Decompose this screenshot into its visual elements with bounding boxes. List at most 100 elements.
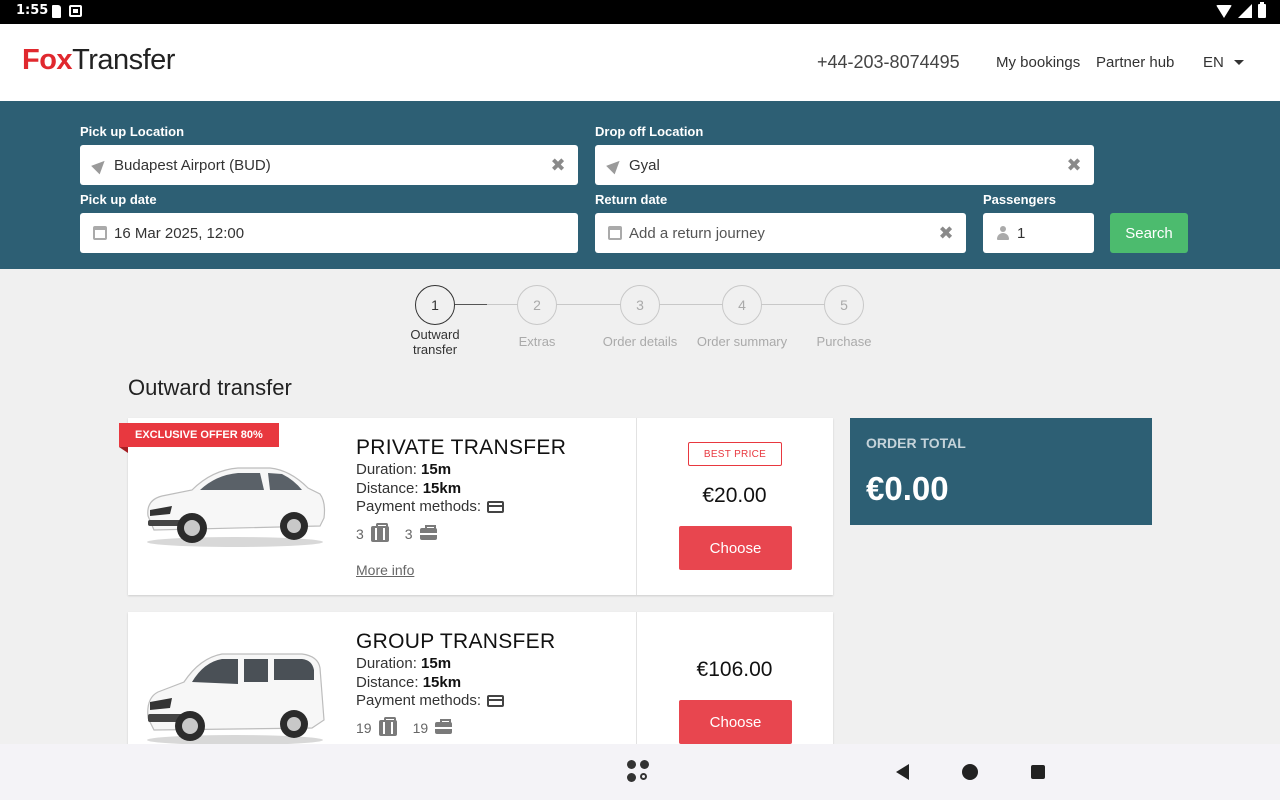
step-number: 5 [824,285,864,325]
user-icon [995,226,1011,240]
clear-return-icon[interactable]: ✖ [926,223,966,244]
luggage-count: 19 [356,720,372,736]
step-number: 4 [722,285,762,325]
briefcase-icon [435,719,453,734]
system-navigation-bar [0,744,1280,800]
app-search-icon[interactable] [627,760,655,788]
step-label: Purchase [816,334,872,349]
home-icon[interactable] [962,764,978,780]
sd-card-icon [52,5,61,18]
hand-luggage-count: 3 [404,526,413,542]
calendar-icon [92,226,108,240]
screenshot-icon [69,5,82,17]
calendar-icon [607,226,623,240]
briefcase-icon [419,525,437,540]
dropoff-location-value: Gyal [629,156,660,174]
phone-number[interactable]: +44-203-8074495 [817,52,960,73]
logo-transfer-text: Transfer [72,44,175,76]
more-info-link[interactable]: More info [356,562,414,578]
step-number: 1 [415,285,455,325]
location-arrow-icon [91,156,109,174]
payment-methods-label: Payment methods: [356,498,482,515]
signal-icon [1238,4,1252,18]
transfer-card-private: EXCLUSIVE OFFER 80% PRIVATE TRANSFER Dur… [119,418,833,595]
luggage-capacity: 3 3 [356,523,437,542]
order-total-value: €0.00 [866,470,949,507]
step-purchase[interactable]: 5 Purchase [799,285,889,349]
booking-stepper: 1 Outward transfer 2 Extras 3 Order deta… [0,285,1280,365]
passengers-value: 1 [1017,224,1026,242]
pickup-date-label: Pick up date [80,192,157,207]
step-number: 3 [620,285,660,325]
card-divider [636,612,637,762]
my-bookings-link[interactable]: My bookings [996,54,1080,71]
exclusive-offer-ribbon: EXCLUSIVE OFFER 80% [119,423,279,453]
section-title: Outward transfer [128,375,292,400]
caret-down-icon [1233,60,1244,65]
location-arrow-icon [606,156,624,174]
duration-value: 15m [421,461,452,478]
luggage-capacity: 19 19 [356,717,453,736]
logo-fox-text: Fox [22,44,73,76]
order-total-label: ORDER TOTAL [866,435,966,451]
search-panel: Pick up Location Budapest Airport (BUD) … [0,101,1280,269]
credit-card-icon [487,501,505,514]
payment-methods-label: Payment methods: [356,692,482,709]
step-outward-transfer[interactable]: 1 Outward transfer [390,285,480,357]
step-label: Order summary [696,334,788,349]
distance-label: Distance: [356,673,419,691]
status-time: 1:55 [16,3,49,18]
luggage-count: 3 [356,526,364,542]
step-label: Order details [602,334,678,349]
credit-card-icon [487,695,505,708]
step-extras[interactable]: 2 Extras [492,285,582,349]
step-label: Extras [518,334,556,349]
sedan-car-image [147,467,326,547]
order-total-panel: ORDER TOTAL €0.00 [850,418,1152,525]
dropoff-location-input[interactable]: Gyal ✖ [595,145,1094,185]
wifi-icon [1216,4,1232,18]
return-date-input[interactable]: Add a return journey ✖ [595,213,966,253]
distance-value: 15km [422,673,462,691]
luggage-icon [378,717,397,736]
step-number: 2 [517,285,557,325]
transfer-details: Duration: 15m Distance: 15km Payment met… [356,655,505,711]
foxtransfer-logo[interactable]: FoxTransfer [22,44,175,77]
site-header: FoxTransfer +44-203-8074495 My bookings … [0,24,1280,101]
best-price-badge: BEST PRICE [688,442,782,466]
transfer-price: €20.00 [702,484,767,507]
partner-hub-link[interactable]: Partner hub [1096,54,1174,71]
return-date-placeholder: Add a return journey [629,224,765,242]
clear-pickup-icon[interactable]: ✖ [538,155,578,176]
language-selector[interactable]: EN [1203,54,1244,71]
passengers-label: Passengers [983,192,1056,207]
search-button[interactable]: Search [1110,213,1188,253]
pickup-location-value: Budapest Airport (BUD) [114,156,271,174]
choose-button[interactable]: Choose [679,526,792,570]
distance-value: 15km [422,479,462,497]
transfer-price: €106.00 [696,658,773,681]
clear-dropoff-icon[interactable]: ✖ [1054,155,1094,176]
language-label: EN [1203,54,1224,71]
pickup-date-input[interactable]: 16 Mar 2025, 12:00 [80,213,578,253]
luggage-icon [370,523,389,542]
recent-apps-icon[interactable] [1031,765,1045,779]
choose-button[interactable]: Choose [679,700,792,744]
pickup-date-value: 16 Mar 2025, 12:00 [114,224,245,242]
transfer-card-group: GROUP TRANSFER Duration: 15m Distance: 1… [128,612,833,762]
passengers-input[interactable]: 1 [983,213,1094,253]
van-car-image [147,653,325,745]
duration-value: 15m [421,655,452,672]
status-bar: 1:55 [0,0,1280,24]
back-icon[interactable] [896,764,909,780]
step-order-details[interactable]: 3 Order details [594,285,686,349]
pickup-location-label: Pick up Location [80,124,185,139]
hand-luggage-count: 19 [412,720,429,736]
step-order-summary[interactable]: 4 Order summary [692,285,792,349]
transfer-details: Duration: 15m Distance: 15km Payment met… [356,461,505,517]
dropoff-location-label: Drop off Location [595,124,704,139]
duration-label: Duration: [356,461,417,478]
step-label: Outward transfer [410,327,460,357]
duration-label: Duration: [356,655,417,672]
pickup-location-input[interactable]: Budapest Airport (BUD) ✖ [80,145,578,185]
